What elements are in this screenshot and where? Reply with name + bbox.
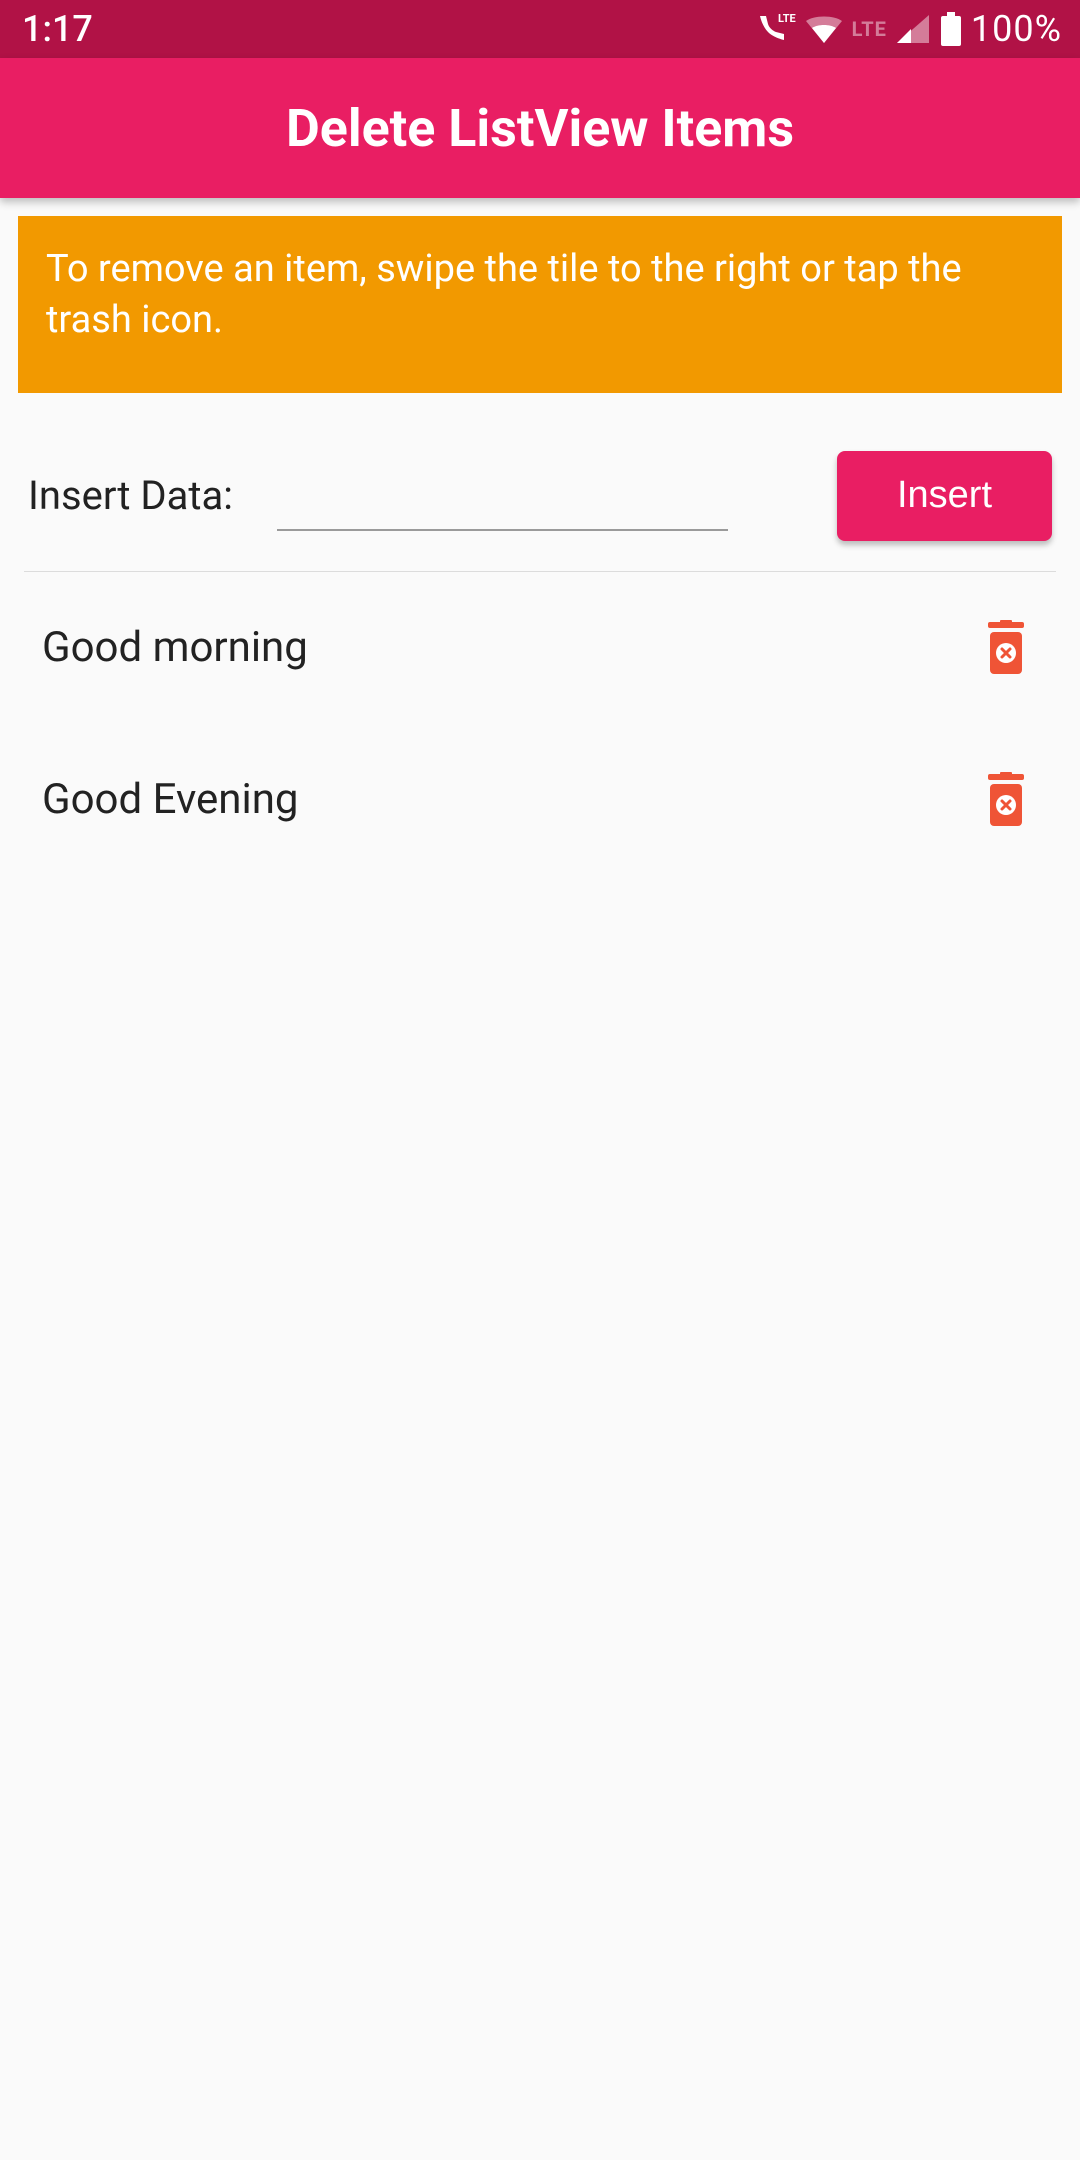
info-banner: To remove an item, swipe the tile to the…: [18, 216, 1062, 393]
delete-button[interactable]: [974, 612, 1038, 684]
battery-icon: [939, 12, 963, 46]
trash-icon: [982, 772, 1030, 828]
status-clock: 1:17: [22, 8, 93, 50]
insert-button[interactable]: Insert: [837, 451, 1052, 541]
item-list: Good morning Good Evening: [18, 572, 1062, 876]
insert-input[interactable]: [277, 461, 728, 531]
delete-button[interactable]: [974, 764, 1038, 836]
page-title: Delete ListView Items: [286, 98, 794, 159]
svg-text:LTE: LTE: [778, 12, 796, 25]
status-right-cluster: LTE LTE 100%: [756, 8, 1062, 50]
list-item-label: Good Evening: [42, 775, 299, 824]
volte-call-icon: LTE: [756, 12, 796, 46]
android-status-bar: 1:17 LTE LTE 100%: [0, 0, 1080, 58]
battery-percentage: 100%: [971, 8, 1062, 50]
list-item-label: Good morning: [42, 623, 308, 672]
trash-icon: [982, 620, 1030, 676]
cellular-signal-icon: [895, 13, 931, 45]
lte-label-dim: LTE: [852, 17, 887, 41]
insert-label: Insert Data:: [28, 472, 233, 519]
app-bar: Delete ListView Items: [0, 58, 1080, 198]
info-banner-text: To remove an item, swipe the tile to the…: [46, 247, 962, 342]
list-item[interactable]: Good morning: [18, 572, 1062, 724]
insert-row: Insert Data: Insert: [18, 393, 1062, 571]
list-item[interactable]: Good Evening: [18, 724, 1062, 876]
wifi-icon: [804, 13, 844, 45]
page-content: To remove an item, swipe the tile to the…: [0, 198, 1080, 876]
